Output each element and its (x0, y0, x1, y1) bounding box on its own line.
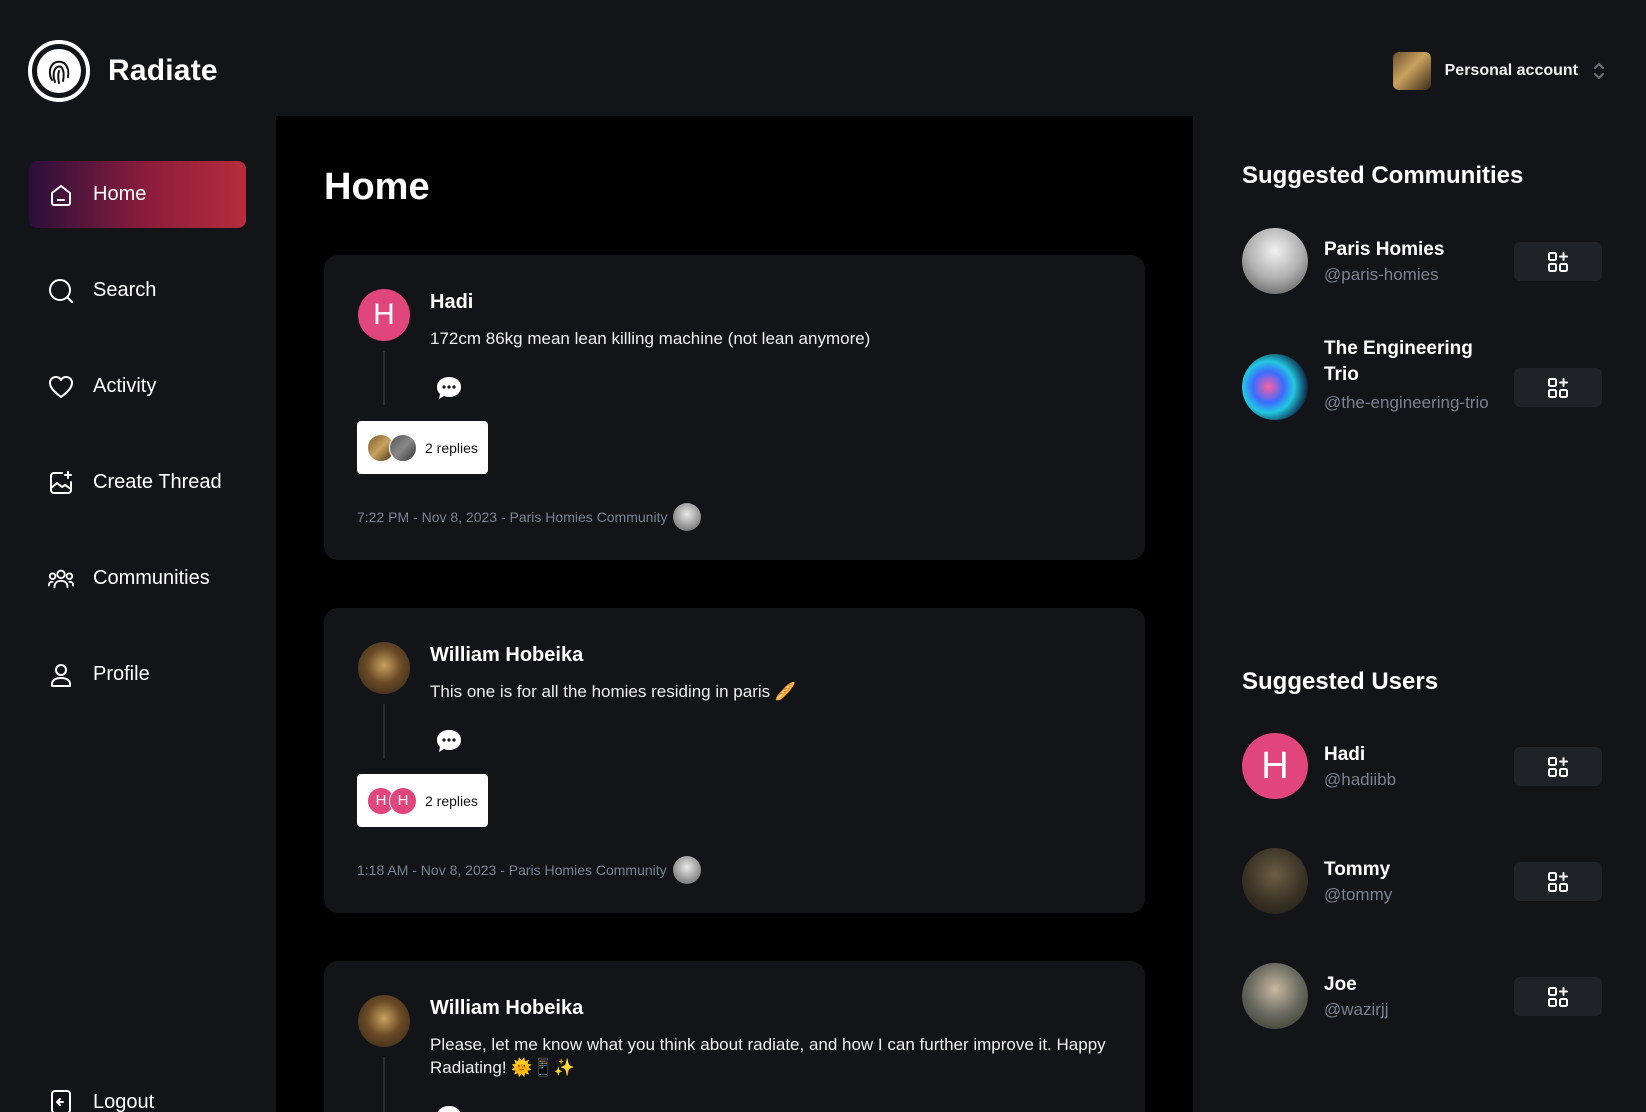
suggested-users-title: Suggested Users (1242, 668, 1439, 695)
replies-button[interactable]: H H 2 replies (357, 774, 488, 827)
right-sidebar: Suggested Communities Paris Homies @pari… (1193, 116, 1646, 1112)
main-feed: Home H Hadi 172cm 86kg mean lean killing… (276, 116, 1193, 1112)
suggested-community-item: Paris Homies @paris-homies (1242, 228, 1602, 294)
sidebar-item-label: Profile (93, 663, 150, 685)
post-meta: 1:18 AM - Nov 8, 2023 - Paris Homies Com… (357, 856, 701, 884)
add-grid-icon (1548, 871, 1568, 892)
user-avatar[interactable]: H (1242, 733, 1308, 799)
post-meta-text: 7:22 PM - Nov 8, 2023 - Paris Homies Com… (357, 509, 668, 525)
user-name[interactable]: Hadi (1324, 742, 1494, 768)
sidebar-item-activity[interactable]: Activity (29, 353, 246, 420)
logout-icon (47, 1088, 75, 1112)
sidebar-item-profile[interactable]: Profile (29, 641, 246, 708)
reply-avatar (389, 433, 417, 462)
profile-icon (47, 661, 75, 689)
sidebar-item-home[interactable]: Home (29, 161, 246, 228)
community-name[interactable]: Paris Homies (1324, 237, 1494, 263)
sidebar-item-label: Create Thread (93, 471, 222, 493)
community-handle: @paris-homies (1324, 265, 1439, 284)
add-grid-icon (1548, 756, 1568, 777)
suggested-communities-title: Suggested Communities (1242, 162, 1524, 189)
author-name[interactable]: William Hobeika (430, 997, 583, 1020)
left-sidebar: Home Search Activity Create Thread Commu… (0, 116, 276, 1112)
post-meta-text: 1:18 AM - Nov 8, 2023 - Paris Homies Com… (357, 862, 667, 878)
view-user-button[interactable] (1514, 747, 1602, 786)
add-grid-icon (1548, 377, 1568, 398)
replies-count: 2 replies (425, 792, 478, 809)
top-bar: Radiate Personal account (0, 0, 1646, 116)
reply-icon[interactable] (434, 726, 464, 756)
post-text: 172cm 86kg mean lean killing machine (no… (430, 329, 871, 348)
create-thread-icon (47, 469, 75, 497)
logout-button[interactable]: Logout (29, 1084, 246, 1112)
reply-avatar: H (389, 786, 417, 815)
thread-card[interactable]: H Hadi 172cm 86kg mean lean killing mach… (324, 255, 1145, 560)
logout-label: Logout (93, 1090, 155, 1112)
account-avatar (1392, 52, 1431, 90)
suggested-user-item: Tommy @tommy (1242, 848, 1602, 914)
sidebar-item-label: Activity (93, 375, 157, 397)
author-avatar[interactable]: H (358, 289, 410, 341)
communities-icon (47, 565, 75, 593)
sidebar-item-communities[interactable]: Communities (29, 545, 246, 612)
community-avatar[interactable] (672, 856, 701, 884)
chevron-up-down-icon (1594, 63, 1604, 79)
user-handle: @tommy (1324, 885, 1393, 904)
thread-line (383, 704, 385, 758)
community-avatar[interactable] (1242, 354, 1308, 420)
community-avatar[interactable] (673, 503, 702, 531)
suggested-user-item: Joe @wazirjj (1242, 963, 1602, 1029)
suggested-community-item: The Engineering Trio @the-engineering-tr… (1242, 336, 1602, 436)
reply-avatars: H H (367, 786, 417, 815)
thread-card[interactable]: William Hobeika This one is for all the … (324, 608, 1145, 913)
brand[interactable]: Radiate (28, 40, 218, 102)
user-name[interactable]: Joe (1324, 972, 1494, 998)
suggested-user-item: H Hadi @hadiibb (1242, 733, 1602, 799)
post-text: This one is for all the homies residing … (430, 682, 797, 701)
user-handle: @wazirjj (1324, 1000, 1389, 1019)
add-grid-icon (1548, 251, 1568, 272)
user-name[interactable]: Tommy (1324, 857, 1494, 883)
fingerprint-logo-icon (28, 40, 90, 102)
search-icon (47, 277, 75, 305)
view-user-button[interactable] (1514, 977, 1602, 1016)
user-avatar[interactable] (1242, 848, 1308, 914)
author-avatar[interactable] (358, 642, 410, 694)
replies-count: 2 replies (425, 439, 478, 456)
page-title: Home (324, 166, 430, 208)
account-switcher[interactable]: Personal account (1392, 52, 1606, 90)
thread-card[interactable]: William Hobeika Please, let me know what… (324, 961, 1145, 1112)
community-name[interactable]: The Engineering Trio (1324, 336, 1494, 388)
view-user-button[interactable] (1514, 862, 1602, 901)
thread-line (383, 351, 385, 405)
add-grid-icon (1548, 986, 1568, 1007)
app-name: Radiate (108, 54, 218, 87)
sidebar-item-label: Home (93, 183, 147, 205)
thread-line (383, 1057, 385, 1112)
author-name[interactable]: William Hobeika (430, 644, 583, 667)
heart-icon (47, 373, 75, 401)
reply-icon[interactable] (434, 373, 464, 403)
sidebar-item-create-thread[interactable]: Create Thread (29, 449, 246, 516)
reply-icon[interactable] (434, 1102, 464, 1112)
account-label: Personal account (1444, 62, 1578, 79)
post-text: Please, let me know what you think about… (430, 1035, 1106, 1077)
sidebar-item-label: Communities (93, 567, 210, 589)
replies-button[interactable]: 2 replies (357, 421, 488, 474)
post-meta: 7:22 PM - Nov 8, 2023 - Paris Homies Com… (357, 503, 702, 531)
author-name[interactable]: Hadi (430, 291, 473, 314)
sidebar-item-label: Search (93, 279, 157, 301)
user-avatar[interactable] (1242, 963, 1308, 1029)
home-icon (47, 181, 75, 209)
community-handle: @the-engineering-trio (1324, 393, 1489, 412)
view-community-button[interactable] (1514, 242, 1602, 281)
author-avatar[interactable] (358, 995, 410, 1047)
user-handle: @hadiibb (1324, 770, 1397, 789)
sidebar-item-search[interactable]: Search (29, 257, 246, 324)
community-avatar[interactable] (1242, 228, 1308, 294)
reply-avatars (367, 433, 417, 462)
view-community-button[interactable] (1514, 368, 1602, 407)
